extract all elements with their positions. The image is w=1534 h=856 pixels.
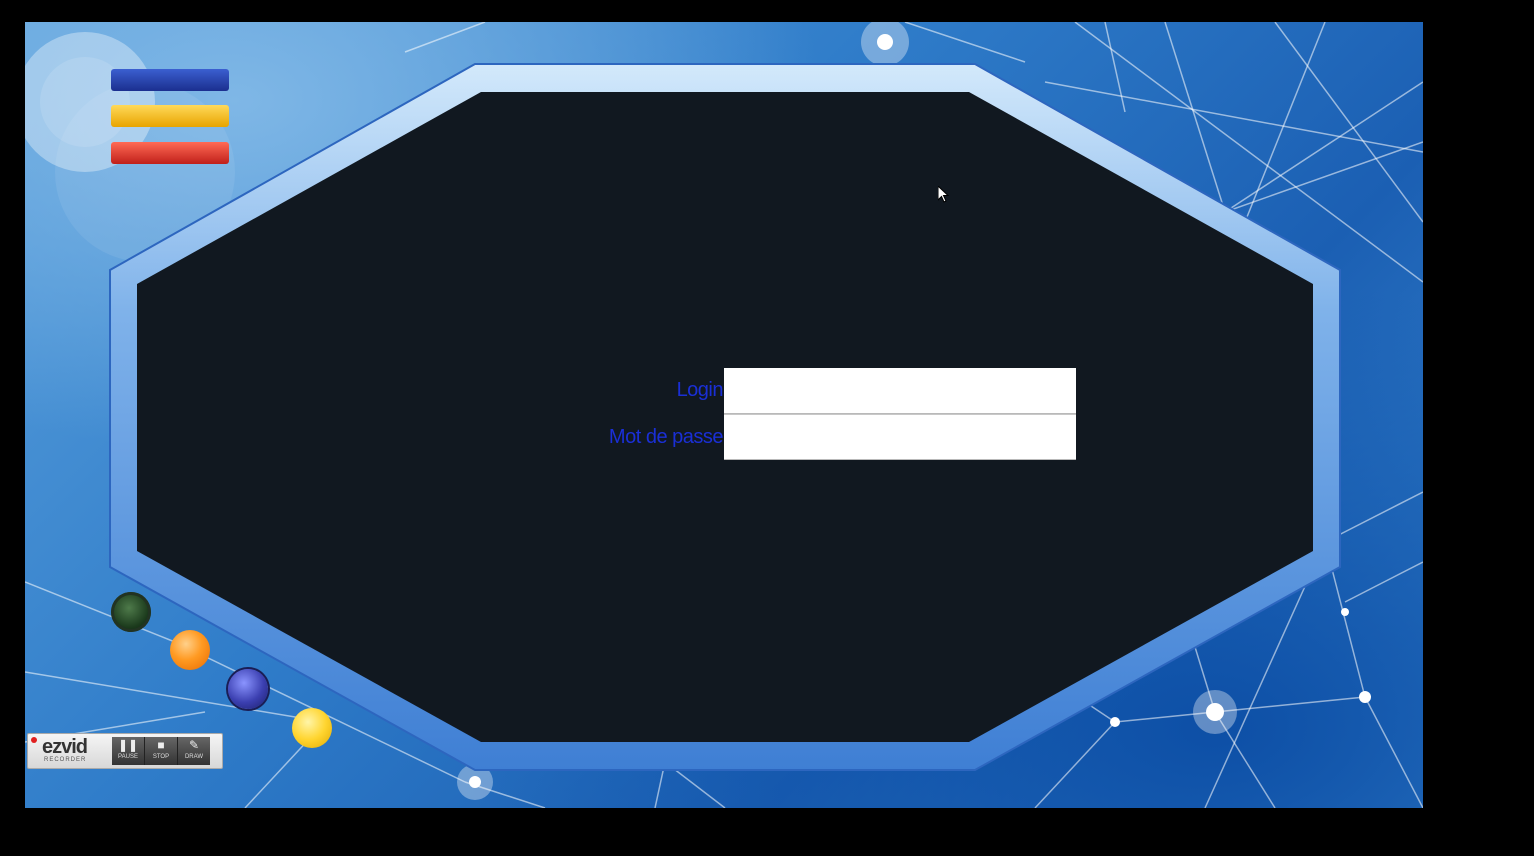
red-bar-button[interactable] xyxy=(111,142,229,164)
ezvid-recorder-widget: ezvid RECORDER ❚❚ PAUSE ■ STOP ✎ DRAW xyxy=(27,733,223,769)
orange-orb-button[interactable] xyxy=(170,630,210,670)
screen: Login Mot de passe ezvid RECORDER ❚❚ PAU… xyxy=(0,0,1534,856)
ezvid-subtitle: RECORDER xyxy=(44,757,87,763)
recorder-controls: ❚❚ PAUSE ■ STOP ✎ DRAW xyxy=(112,737,210,765)
stop-button[interactable]: ■ STOP xyxy=(145,737,178,765)
app-window: Login Mot de passe ezvid RECORDER ❚❚ PAU… xyxy=(25,22,1423,808)
mouse-cursor-icon xyxy=(938,186,950,203)
draw-label: DRAW xyxy=(184,754,204,760)
stop-label: STOP xyxy=(152,754,170,760)
draw-button[interactable]: ✎ DRAW xyxy=(178,737,210,765)
pause-icon: ❚❚ xyxy=(117,738,139,752)
login-label: Login xyxy=(676,379,724,401)
record-indicator-icon xyxy=(31,737,37,743)
login-input[interactable] xyxy=(724,368,1076,414)
password-label: Mot de passe xyxy=(608,426,724,448)
blue-orb-button[interactable] xyxy=(228,669,268,709)
pause-label: PAUSE xyxy=(118,754,138,760)
yellow-bar-button[interactable] xyxy=(111,105,229,127)
yellow-orb-button[interactable] xyxy=(292,708,332,748)
pause-button[interactable]: ❚❚ PAUSE xyxy=(112,737,145,765)
password-input[interactable] xyxy=(724,414,1076,460)
green-orb-button[interactable] xyxy=(111,592,151,632)
stop-icon: ■ xyxy=(157,738,165,752)
blue-bar-button[interactable] xyxy=(111,69,229,91)
ezvid-logo: ezvid xyxy=(42,736,88,758)
draw-icon: ✎ xyxy=(188,738,200,752)
